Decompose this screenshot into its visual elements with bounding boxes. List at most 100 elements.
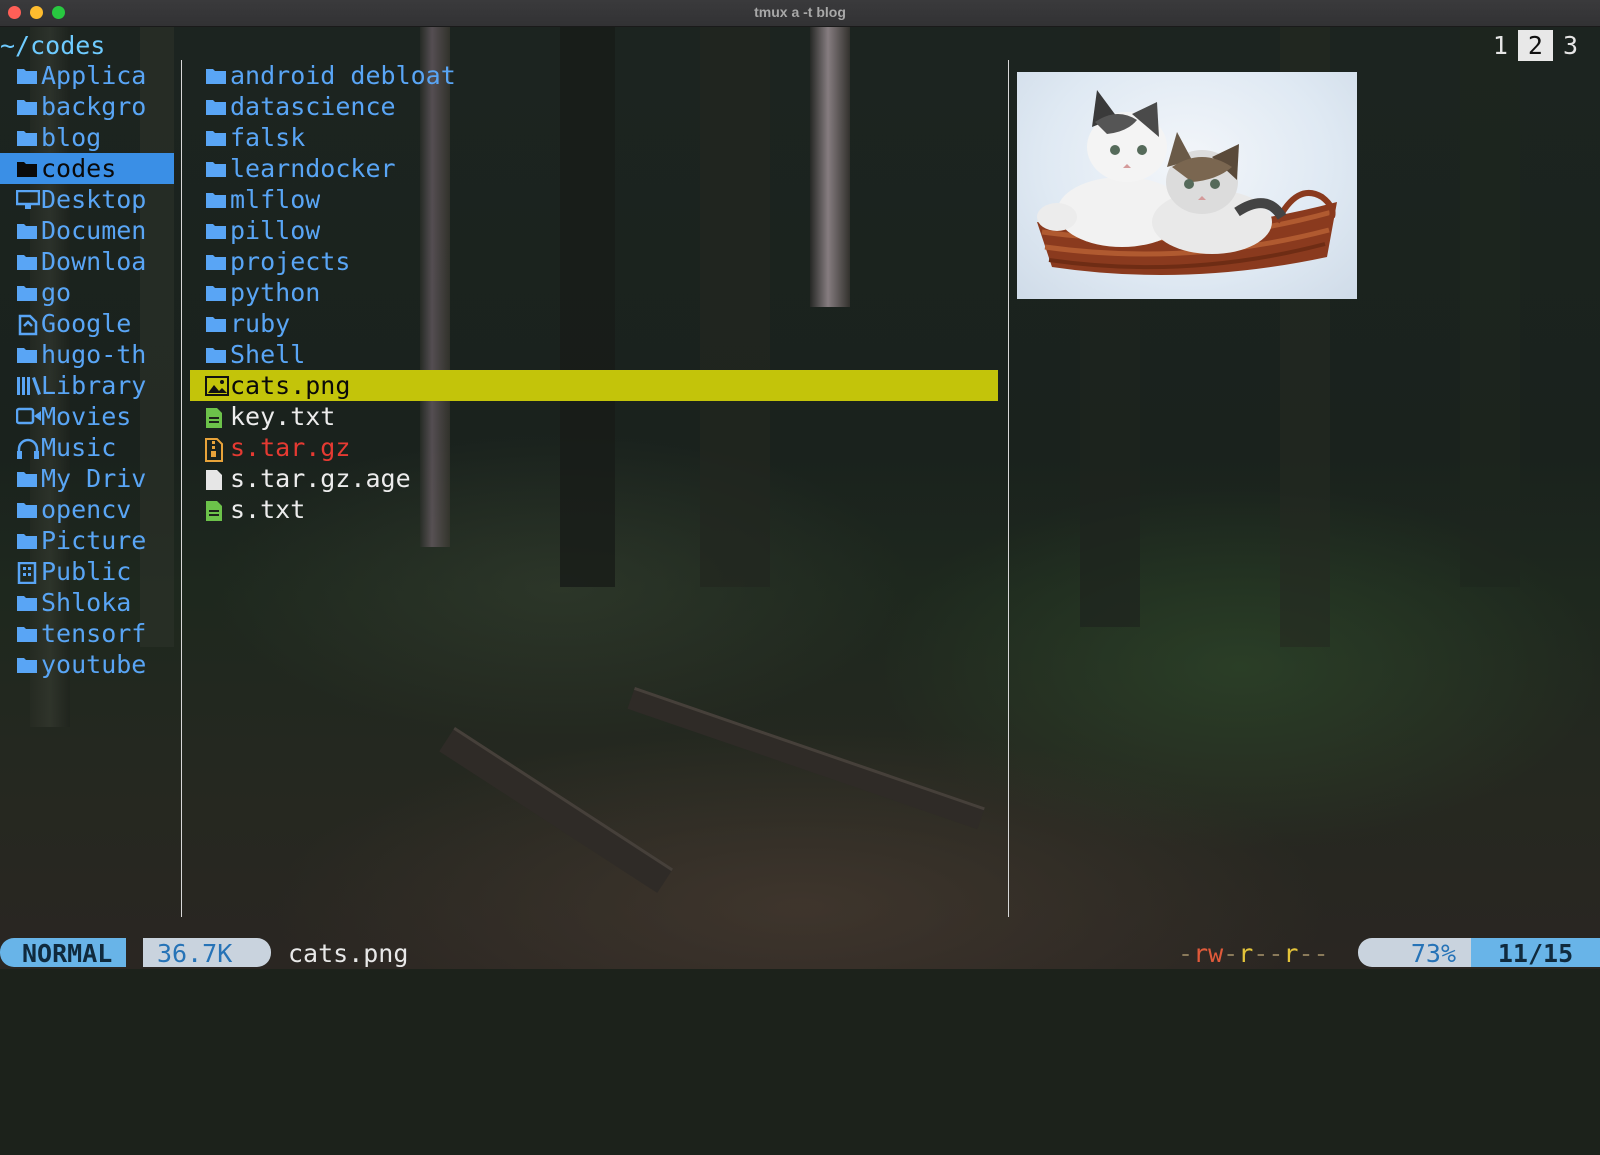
image-preview — [1017, 72, 1357, 299]
cursor-position: 11/15 — [1471, 938, 1600, 968]
list-item[interactable]: Library — [0, 370, 174, 401]
building-icon — [14, 556, 41, 587]
status-filename: cats.png — [288, 939, 409, 968]
list-item[interactable]: android debloat — [190, 60, 998, 91]
item-label: Desktop — [41, 185, 147, 214]
list-item[interactable]: mlflow — [190, 184, 998, 215]
item-label: mlflow — [230, 185, 321, 214]
folder-icon — [203, 153, 230, 184]
list-item[interactable]: Picture — [0, 525, 174, 556]
list-item[interactable]: My Driv — [0, 463, 174, 494]
list-item[interactable]: Shell — [190, 339, 998, 370]
list-item[interactable]: datascience — [190, 91, 998, 122]
list-item[interactable]: Google — [0, 308, 174, 339]
desktop-icon — [14, 184, 41, 215]
folder-icon — [14, 91, 41, 122]
folder-icon — [203, 308, 230, 339]
folder-icon — [203, 122, 230, 153]
item-label: ruby — [230, 309, 291, 338]
list-item[interactable]: python — [190, 277, 998, 308]
headphones-icon — [14, 432, 41, 463]
item-label: s.tar.gz.age — [230, 464, 411, 493]
folder-icon — [203, 60, 230, 91]
list-item[interactable]: Movies — [0, 401, 174, 432]
list-item[interactable]: s.txt — [190, 494, 998, 525]
item-label: python — [230, 278, 321, 307]
list-item[interactable]: pillow — [190, 215, 998, 246]
folder-icon — [14, 122, 41, 153]
text-file-icon — [203, 494, 230, 525]
item-label: hugo-th — [41, 340, 147, 369]
list-item[interactable]: backgro — [0, 91, 174, 122]
list-item[interactable]: s.tar.gz — [190, 432, 998, 463]
list-item[interactable]: ruby — [190, 308, 998, 339]
item-label: key.txt — [230, 402, 336, 431]
folder-icon — [14, 463, 41, 494]
list-item[interactable]: Public — [0, 556, 174, 587]
item-label: youtube — [41, 650, 147, 679]
list-item[interactable]: go — [0, 277, 174, 308]
list-item[interactable]: Documen — [0, 215, 174, 246]
item-label: My Driv — [41, 464, 147, 493]
folder-icon — [203, 277, 230, 308]
folder-icon — [203, 184, 230, 215]
file-permissions: -rw-r--r-- — [1178, 939, 1329, 968]
file-size: 36.7K — [143, 938, 271, 968]
list-item[interactable]: opencv — [0, 494, 174, 525]
pane-separator — [1008, 60, 1009, 917]
item-label: cats.png — [230, 371, 351, 400]
list-item[interactable]: learndocker — [190, 153, 998, 184]
item-label: Downloa — [41, 247, 147, 276]
item-label: Documen — [41, 216, 147, 245]
list-item[interactable]: codes — [0, 153, 174, 184]
list-item[interactable]: cats.png — [190, 370, 998, 401]
tab-1[interactable]: 1 — [1483, 30, 1518, 61]
folder-icon — [14, 339, 41, 370]
text-file-icon — [203, 401, 230, 432]
item-label: projects — [230, 247, 351, 276]
current-directory-list: android debloat datascience falsk learndock… — [190, 60, 998, 525]
item-label: Applica — [41, 61, 147, 90]
list-item[interactable]: Applica — [0, 60, 174, 91]
folder-icon — [14, 153, 41, 184]
folder-icon — [203, 215, 230, 246]
item-label: datascience — [230, 92, 396, 121]
item-label: Movies — [41, 402, 132, 431]
list-item[interactable]: falsk — [190, 122, 998, 153]
cats-image — [1037, 90, 1337, 275]
item-label: backgro — [41, 92, 147, 121]
item-label: learndocker — [230, 154, 396, 183]
item-label: Shell — [230, 340, 306, 369]
download-folder-icon — [14, 246, 41, 277]
tab-2[interactable]: 2 — [1517, 30, 1553, 61]
item-label: Public — [41, 557, 132, 586]
list-item[interactable]: s.tar.gz.age — [190, 463, 998, 494]
item-label: s.tar.gz — [230, 433, 351, 462]
folder-icon — [14, 587, 41, 618]
list-item[interactable]: Desktop — [0, 184, 174, 215]
item-label: Music — [41, 433, 117, 462]
tab-3[interactable]: 3 — [1553, 30, 1588, 61]
item-label: Shloka — [41, 588, 132, 617]
folder-icon — [203, 339, 230, 370]
list-item[interactable]: Shloka — [0, 587, 174, 618]
list-item[interactable]: Downloa — [0, 246, 174, 277]
item-label: Picture — [41, 526, 147, 555]
picture-folder-icon — [14, 525, 41, 556]
list-item[interactable]: blog — [0, 122, 174, 153]
image-file-icon — [203, 370, 230, 401]
mode-indicator: NORMAL — [0, 938, 127, 968]
archive-file-icon — [203, 432, 230, 463]
parent-directory-list: Applica backgro blog codes Desktop Documen Dow… — [0, 60, 174, 680]
folder-icon — [203, 246, 230, 277]
item-label: opencv — [41, 495, 132, 524]
list-item[interactable]: projects — [190, 246, 998, 277]
pane-separator — [181, 60, 182, 917]
list-item[interactable]: Music — [0, 432, 174, 463]
list-item[interactable]: key.txt — [190, 401, 998, 432]
list-item[interactable]: hugo-th — [0, 339, 174, 370]
list-item[interactable]: tensorf — [0, 618, 174, 649]
item-label: Google — [41, 309, 132, 338]
list-item[interactable]: youtube — [0, 649, 174, 680]
window-title: tmux a -t blog — [754, 4, 846, 20]
